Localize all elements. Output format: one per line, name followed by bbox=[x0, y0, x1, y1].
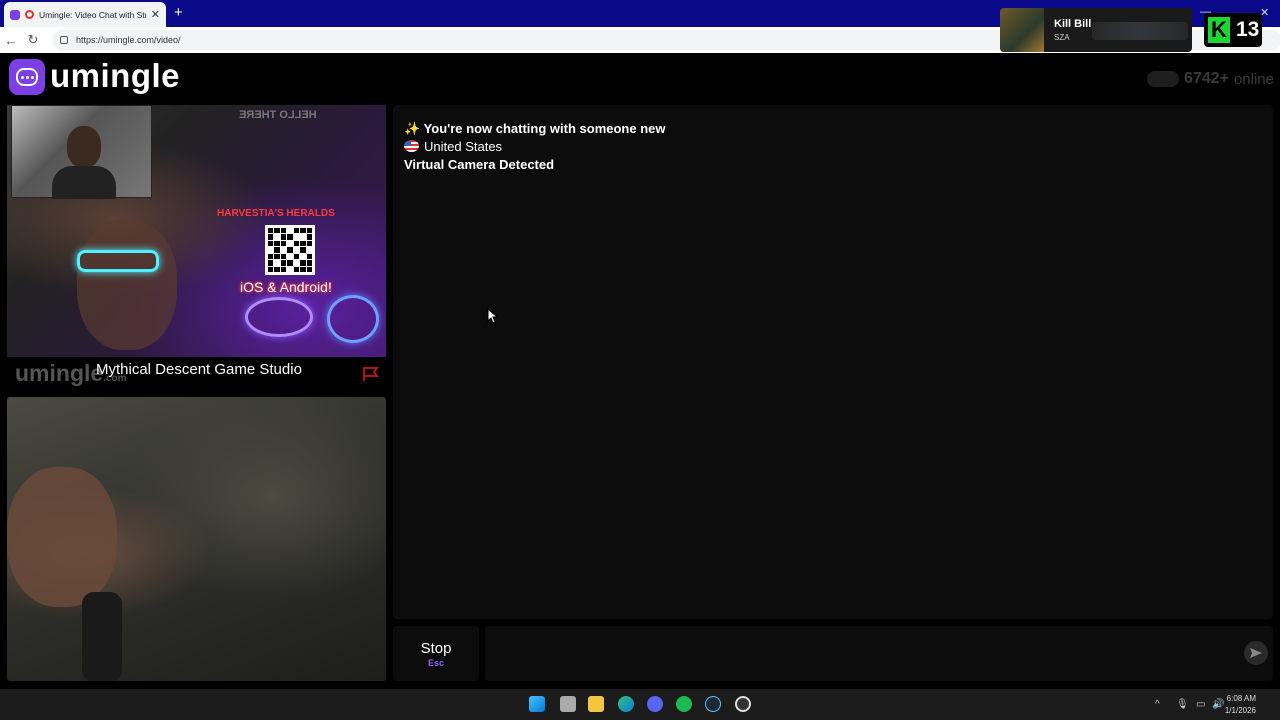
heralds-sign: HARVESTIA'S HERALDS bbox=[217, 208, 335, 219]
chat-status-message: ✨ You're now chatting with someone new bbox=[404, 121, 666, 136]
stop-button[interactable]: Stop Esc bbox=[393, 626, 479, 681]
song-artist: SZA bbox=[1054, 33, 1070, 42]
network-icon[interactable]: ▭ bbox=[1196, 699, 1205, 710]
volume-icon[interactable]: 🔊 bbox=[1212, 699, 1224, 710]
hello-sign: HELLO THERE bbox=[239, 109, 317, 121]
online-indicator: 6742+ online bbox=[1147, 70, 1274, 88]
task-view-icon[interactable] bbox=[560, 696, 576, 712]
viewer-count: 13 bbox=[1236, 18, 1260, 41]
chat-virtual-camera-message: Virtual Camera Detected bbox=[404, 157, 555, 172]
send-button[interactable] bbox=[1244, 641, 1268, 665]
stranger-face bbox=[77, 220, 177, 350]
tab-title: Umingle: Video Chat with Stra bbox=[39, 9, 146, 20]
file-explorer-icon[interactable] bbox=[588, 696, 604, 712]
clock-date: 1/1/2026 bbox=[1224, 706, 1256, 715]
qr-code bbox=[265, 225, 315, 275]
theme-toggle[interactable] bbox=[1147, 71, 1180, 87]
microphone-tray-icon[interactable]: 🎙 bbox=[1176, 699, 1189, 710]
us-flag-icon bbox=[404, 140, 419, 152]
send-icon bbox=[1250, 648, 1262, 658]
umingle-logo-icon[interactable] bbox=[9, 59, 45, 95]
reload-button[interactable]: ↻ bbox=[22, 32, 44, 48]
kick-logo-icon: K bbox=[1208, 17, 1230, 43]
watermark-text: umingle bbox=[15, 360, 104, 386]
now-playing-visualizer bbox=[1092, 22, 1188, 40]
neon-planet-2 bbox=[327, 295, 379, 343]
mouse-cursor-icon bbox=[487, 308, 497, 324]
chat-country-message: United States bbox=[404, 138, 1262, 156]
neon-glasses bbox=[77, 250, 159, 272]
self-face bbox=[7, 467, 117, 607]
site-logo[interactable]: umingle bbox=[50, 57, 180, 95]
country-text: United States bbox=[424, 139, 503, 154]
stranger-name-label: Mythical Descent Game Studio bbox=[96, 361, 302, 378]
system-clock[interactable]: 6:08 AM 1/1/2026 bbox=[1225, 693, 1256, 717]
obs-icon[interactable] bbox=[735, 696, 751, 712]
steam-icon[interactable] bbox=[705, 696, 721, 712]
chat-log: ✨ You're now chatting with someone new U… bbox=[393, 105, 1273, 619]
stranger-video: HELLO THERE HARVESTIA'S HERALDS iOS & An… bbox=[7, 105, 386, 357]
umingle-favicon-icon bbox=[10, 9, 20, 20]
neon-planet bbox=[245, 297, 313, 337]
microphone bbox=[82, 592, 122, 681]
edge-icon[interactable] bbox=[618, 696, 634, 712]
url-text: https://umingle.com/video/ bbox=[76, 35, 181, 45]
recording-icon bbox=[25, 10, 34, 19]
ios-android-sign: iOS & Android! bbox=[240, 279, 332, 295]
clock-time: 6:08 AM bbox=[1226, 694, 1256, 703]
close-tab-icon[interactable]: ✕ bbox=[151, 8, 160, 21]
new-tab-button[interactable]: + bbox=[174, 4, 183, 21]
stop-hotkey: Esc bbox=[427, 658, 444, 668]
spotify-icon[interactable] bbox=[676, 696, 692, 712]
lock-icon bbox=[60, 36, 68, 44]
discord-icon[interactable] bbox=[647, 696, 663, 712]
stop-label: Stop bbox=[420, 640, 452, 657]
self-video bbox=[7, 397, 386, 681]
album-art bbox=[1000, 8, 1044, 52]
start-menu-icon[interactable] bbox=[529, 696, 545, 712]
browser-tab[interactable]: Umingle: Video Chat with Stra ✕ bbox=[4, 2, 166, 27]
kick-viewer-badge: K 13 bbox=[1204, 13, 1262, 47]
stranger-pip-camera bbox=[11, 105, 152, 199]
report-flag-icon[interactable] bbox=[362, 366, 380, 382]
message-input[interactable] bbox=[485, 626, 1273, 681]
tray-chevron-icon[interactable]: ^ bbox=[1155, 699, 1160, 710]
back-button[interactable]: ← bbox=[0, 33, 22, 48]
song-title: Kill Bill bbox=[1054, 18, 1092, 30]
windows-taskbar: ^ 🎙 ▭ 🔊 6:08 AM 1/1/2026 bbox=[0, 689, 1280, 720]
online-label: online bbox=[1233, 70, 1274, 88]
online-count: 6742+ bbox=[1184, 70, 1229, 87]
now-playing-widget: Kill Bill SZA bbox=[1000, 8, 1192, 52]
